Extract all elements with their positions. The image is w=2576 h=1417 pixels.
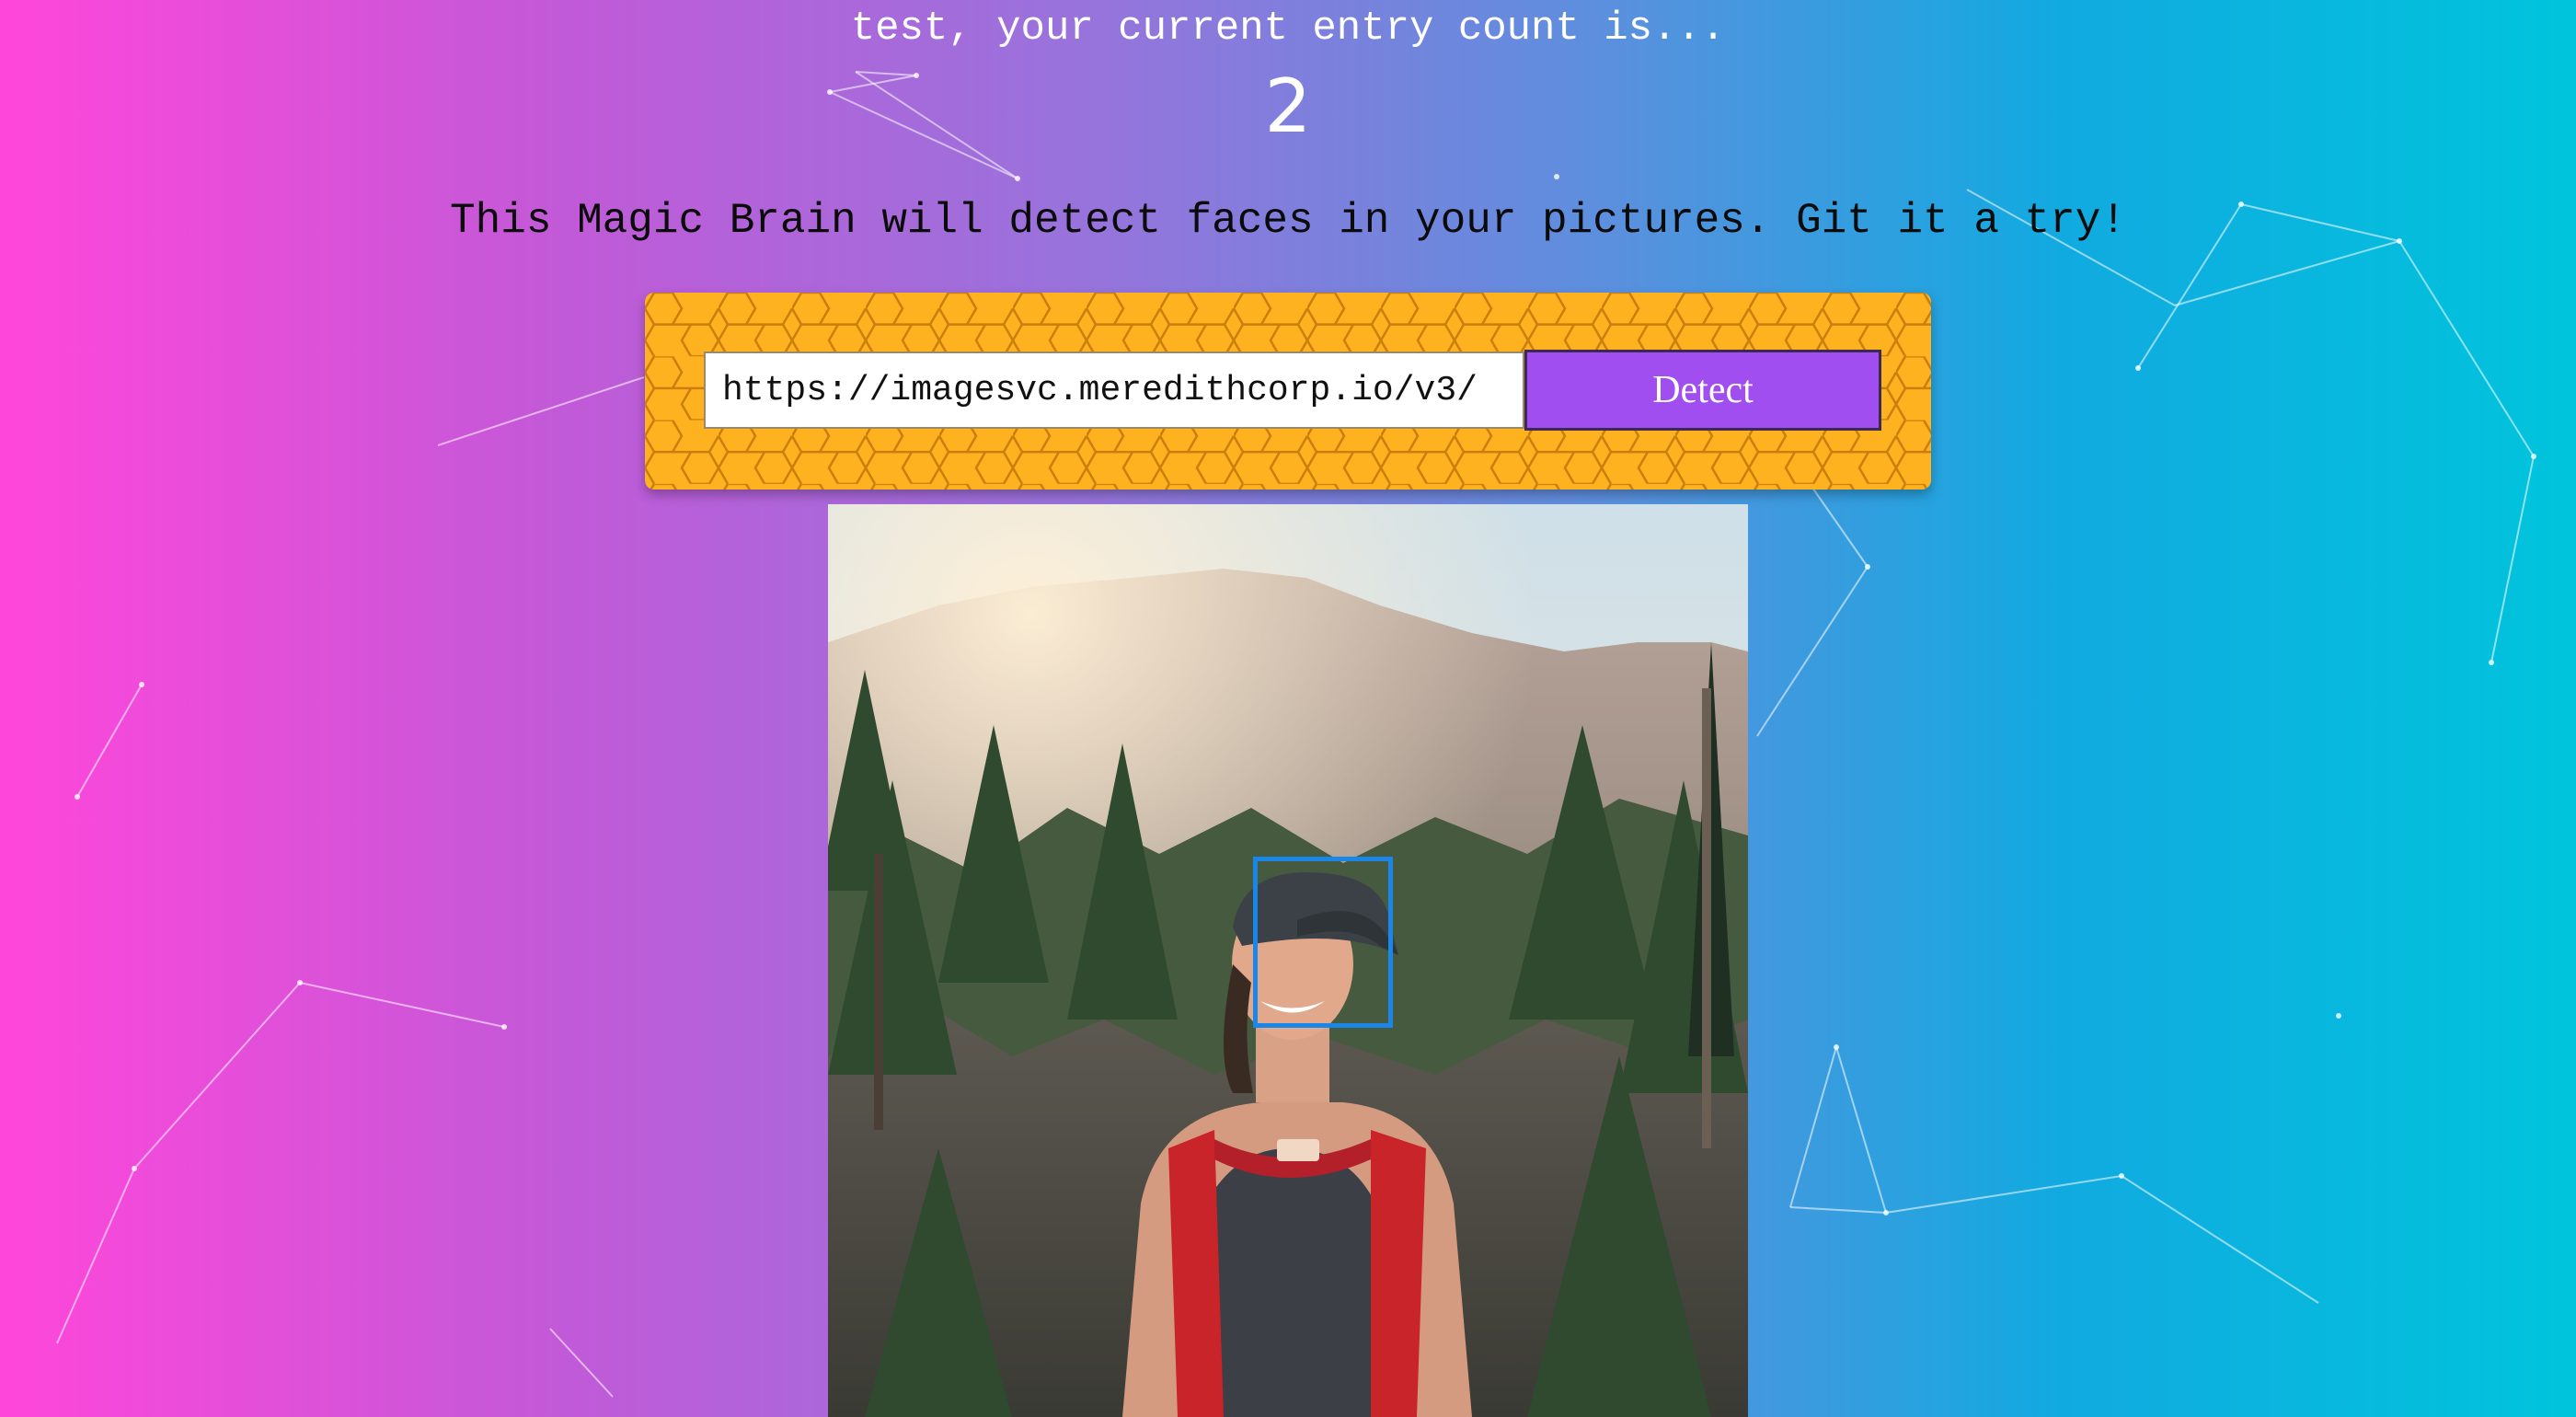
detect-button[interactable]: Detect xyxy=(1524,350,1881,431)
image-url-input[interactable] xyxy=(704,351,1524,429)
image-url-form: Detect xyxy=(645,293,1931,490)
detected-photo xyxy=(828,504,1748,1417)
intro-text: This Magic Brain will detect faces in yo… xyxy=(450,197,2126,245)
entry-count-value: 2 xyxy=(1264,63,1312,149)
face-bounding-box xyxy=(1253,857,1393,1028)
entry-count-label: test, your current entry count is... xyxy=(850,6,1726,52)
